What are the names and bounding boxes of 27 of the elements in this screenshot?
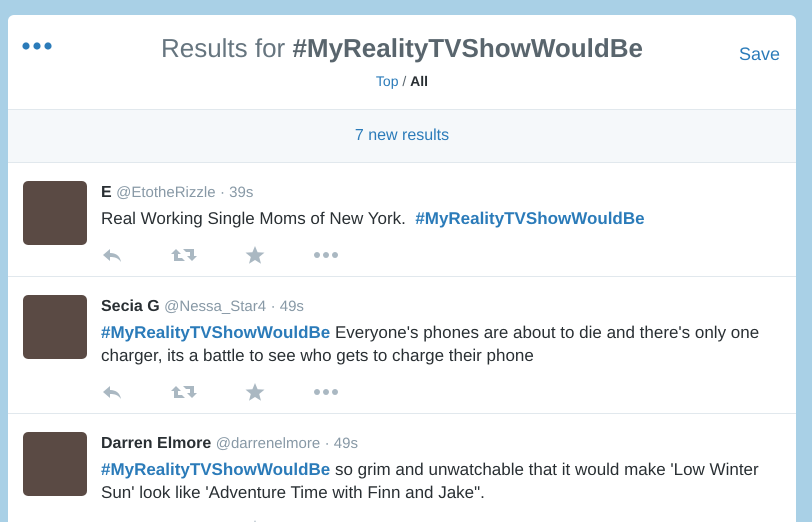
avatar-photo-placeholder[interactable]: [23, 295, 87, 359]
hashtag-link[interactable]: #MyRealityTVShowWouldBe: [415, 209, 645, 228]
filter-tab[interactable]: Top: [376, 73, 398, 89]
tweet-time[interactable]: · 49s: [270, 298, 304, 315]
filter-tab[interactable]: All: [410, 73, 428, 89]
user-name[interactable]: E: [101, 184, 112, 201]
user-handle[interactable]: @darrenelmore: [216, 435, 320, 452]
more-icon[interactable]: [22, 41, 52, 51]
avatar-photo-placeholder[interactable]: [23, 181, 87, 245]
tweet-time[interactable]: · 49s: [324, 435, 358, 452]
tweet-text: Real Working Single Moms of New York. #MyRealityTVShowWouldBe: [101, 208, 646, 230]
hashtag-link[interactable]: #MyRealityTVShowWouldBe: [101, 460, 330, 479]
tweet-time[interactable]: · 39s: [220, 184, 254, 201]
user-name[interactable]: Secia G: [101, 298, 160, 315]
avatar-photo-placeholder[interactable]: [23, 432, 87, 496]
star-icon[interactable]: [245, 245, 265, 265]
user-handle[interactable]: @Nessa_Star4: [164, 298, 266, 315]
tweet-text: #MyRealityTVShowWouldBe so grim and unwatchable that it would make 'Low Winter Sun' look like 'Adventure Time with Finn and Jake".: [101, 459, 760, 504]
page-title: Results for #MyRealityTVShowWouldBe: [160, 33, 644, 63]
star-icon[interactable]: [245, 382, 265, 402]
tweet-text: #MyRealityTVShowWouldBe Everyone's phones are about to die and there's only one charger, its a battle to see who gets to charge their phone: [101, 322, 760, 367]
save-link[interactable]: Save: [738, 41, 780, 68]
user-name[interactable]: Darren Elmore: [101, 435, 212, 452]
user-handle[interactable]: @EtotheRizzle: [116, 184, 216, 201]
hashtag-link[interactable]: #MyRealityTVShowWouldBe: [101, 323, 330, 342]
filter-separator: /: [401, 73, 408, 89]
new-results-link[interactable]: 7 new results: [354, 124, 450, 148]
